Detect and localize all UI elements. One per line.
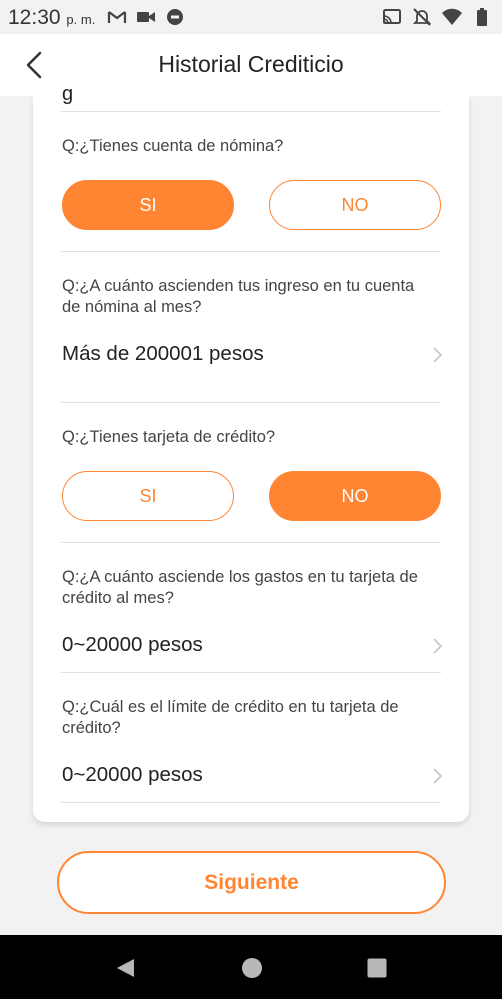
page-title: Historial Crediticio bbox=[158, 51, 344, 77]
time-text: 12:30 bbox=[8, 6, 61, 29]
nav-recents-icon[interactable] bbox=[366, 957, 388, 979]
payroll-income-select[interactable]: Más de 200001 pesos bbox=[61, 334, 443, 374]
divider bbox=[61, 802, 441, 803]
app-bar: Historial Crediticio bbox=[0, 34, 502, 96]
divider bbox=[61, 402, 441, 403]
status-bar: 12:30 p. m. bbox=[0, 0, 502, 34]
battery-icon bbox=[477, 8, 487, 26]
divider bbox=[61, 251, 441, 252]
card-spending-value: 0~20000 pesos bbox=[62, 633, 203, 656]
divider bbox=[61, 672, 441, 673]
payroll-yes-button[interactable]: SI bbox=[62, 180, 234, 230]
chevron-right-icon bbox=[433, 768, 443, 784]
divider bbox=[61, 111, 441, 112]
question-credit-limit: Q:¿Cuál es el límite de crédito en tu ta… bbox=[62, 698, 399, 737]
payroll-income-value: Más de 200001 pesos bbox=[62, 342, 264, 365]
next-button[interactable]: Siguiente bbox=[57, 851, 446, 914]
video-camera-icon bbox=[137, 12, 155, 22]
mute-icon bbox=[412, 8, 432, 26]
record-icon bbox=[167, 9, 183, 25]
credit-card-no-button[interactable]: NO bbox=[269, 471, 441, 521]
nav-back-icon[interactable] bbox=[114, 957, 136, 979]
chevron-right-icon bbox=[433, 638, 443, 654]
ampm-text: p. m. bbox=[66, 12, 96, 27]
payroll-no-button[interactable]: NO bbox=[269, 180, 441, 230]
question-payroll-account: Q:¿Tienes cuenta de nómina? bbox=[62, 137, 284, 155]
card-spending-select[interactable]: 0~20000 pesos bbox=[61, 625, 443, 665]
question-payroll-income: Q:¿A cuánto ascienden tus ingreso en tu … bbox=[62, 277, 415, 316]
credit-limit-select[interactable]: 0~20000 pesos bbox=[61, 755, 443, 795]
cast-icon bbox=[383, 9, 401, 24]
gmail-icon bbox=[107, 11, 127, 23]
question-card-spending: Q:¿A cuánto asciende los gastos en tu ta… bbox=[62, 568, 418, 607]
partial-text-top: g bbox=[62, 83, 74, 105]
chevron-right-icon bbox=[433, 347, 443, 363]
credit-card-yes-button[interactable]: SI bbox=[62, 471, 234, 521]
nav-home-icon[interactable] bbox=[241, 957, 263, 979]
divider bbox=[61, 542, 441, 543]
question-credit-card: Q:¿Tienes tarjeta de crédito? bbox=[62, 428, 276, 446]
status-time: 12:30 p. m. bbox=[8, 6, 95, 30]
questionnaire-card: g Q:¿Tienes cuenta de nómina? SI NO Q:¿A… bbox=[33, 83, 469, 822]
credit-limit-value: 0~20000 pesos bbox=[62, 763, 203, 786]
navigation-bar bbox=[0, 935, 502, 999]
wifi-icon bbox=[442, 8, 462, 26]
